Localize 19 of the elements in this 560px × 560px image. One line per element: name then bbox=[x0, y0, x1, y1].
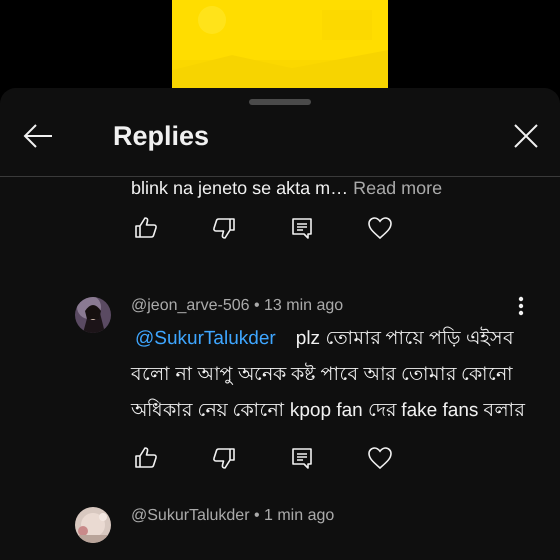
comment-icon[interactable] bbox=[289, 445, 315, 471]
comment-meta: @jeon_arve-506 • 13 min ago bbox=[131, 297, 344, 315]
read-more-link[interactable]: Read more bbox=[353, 177, 442, 199]
comment-text: @SukurTalukder plz তোমার পায়ে পড়ি এইসব বলো না আপু অনেক কষ্ট পাবে আর তোমার কোনো অধিকার নেয় কোনো kpop fan দের fake fans বলার bbox=[131, 326, 526, 423]
thumbs-down-icon[interactable] bbox=[211, 215, 237, 241]
comment-meta: @SukurTalukder • 1 min ago bbox=[131, 507, 334, 525]
close-icon[interactable] bbox=[512, 122, 540, 150]
more-options-icon[interactable] bbox=[516, 295, 526, 317]
comment-icon[interactable] bbox=[289, 215, 315, 241]
drag-handle[interactable] bbox=[249, 99, 311, 105]
thumbs-down-icon[interactable] bbox=[211, 445, 237, 471]
thumbs-up-icon[interactable] bbox=[133, 215, 159, 241]
heart-icon[interactable] bbox=[367, 445, 393, 471]
back-icon[interactable] bbox=[22, 122, 54, 150]
thumbs-up-icon[interactable] bbox=[133, 445, 159, 471]
comment-text: blink na jeneto se akta m… Read more bbox=[131, 177, 444, 199]
heart-icon[interactable] bbox=[367, 215, 393, 241]
panel-title: Replies bbox=[113, 120, 210, 152]
mention-link[interactable]: @SukurTalukder bbox=[135, 328, 276, 349]
